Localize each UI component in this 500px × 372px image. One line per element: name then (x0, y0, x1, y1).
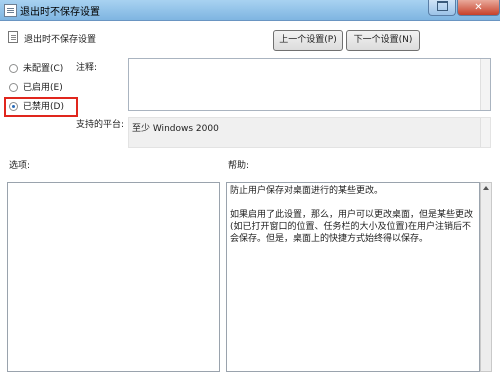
help-paragraph: 如果启用了此设置，那么，用户可以更改桌面，但是某些更改(如已打开窗口的位置、任务… (230, 210, 474, 244)
radio-label: 未配置(C) (23, 64, 64, 74)
options-panel (7, 182, 220, 372)
setting-document-icon (8, 31, 18, 43)
previous-setting-button[interactable]: 上一个设置(P) (273, 30, 343, 51)
help-panel: 防止用户保存对桌面进行的某些更改。 如果启用了此设置，那么，用户可以更改桌面，但… (226, 182, 480, 372)
setting-name: 退出时不保存设置 (24, 35, 97, 45)
comment-textarea[interactable] (128, 58, 491, 111)
platform-scrollbar[interactable] (480, 118, 490, 147)
close-icon: ✕ (474, 2, 483, 13)
highlight-annotation (4, 97, 78, 117)
maximize-button[interactable] (428, 0, 456, 16)
help-paragraph: 防止用户保存对桌面进行的某些更改。 (230, 186, 384, 196)
platform-value: 至少 Windows 2000 (132, 124, 219, 134)
radio-button[interactable] (9, 64, 18, 73)
close-button[interactable]: ✕ (457, 0, 500, 16)
platform-label: 支持的平台: (76, 120, 125, 130)
radio-label: 已启用(E) (23, 83, 63, 93)
next-setting-button[interactable]: 下一个设置(N) (346, 30, 420, 51)
platform-field: 至少 Windows 2000 (128, 117, 491, 148)
scroll-up-icon[interactable] (483, 186, 489, 190)
title-bar: 退出时不保存设置 ✕ (0, 0, 500, 21)
radio-button[interactable] (9, 83, 18, 92)
help-label: 帮助: (228, 161, 250, 171)
help-scrollbar[interactable] (480, 182, 492, 372)
comment-label: 注释: (76, 63, 98, 73)
maximize-icon (436, 1, 448, 11)
window-title: 退出时不保存设置 (20, 7, 100, 18)
policy-icon (4, 4, 17, 17)
options-label: 选项: (9, 161, 31, 171)
comment-scrollbar[interactable] (480, 59, 490, 110)
